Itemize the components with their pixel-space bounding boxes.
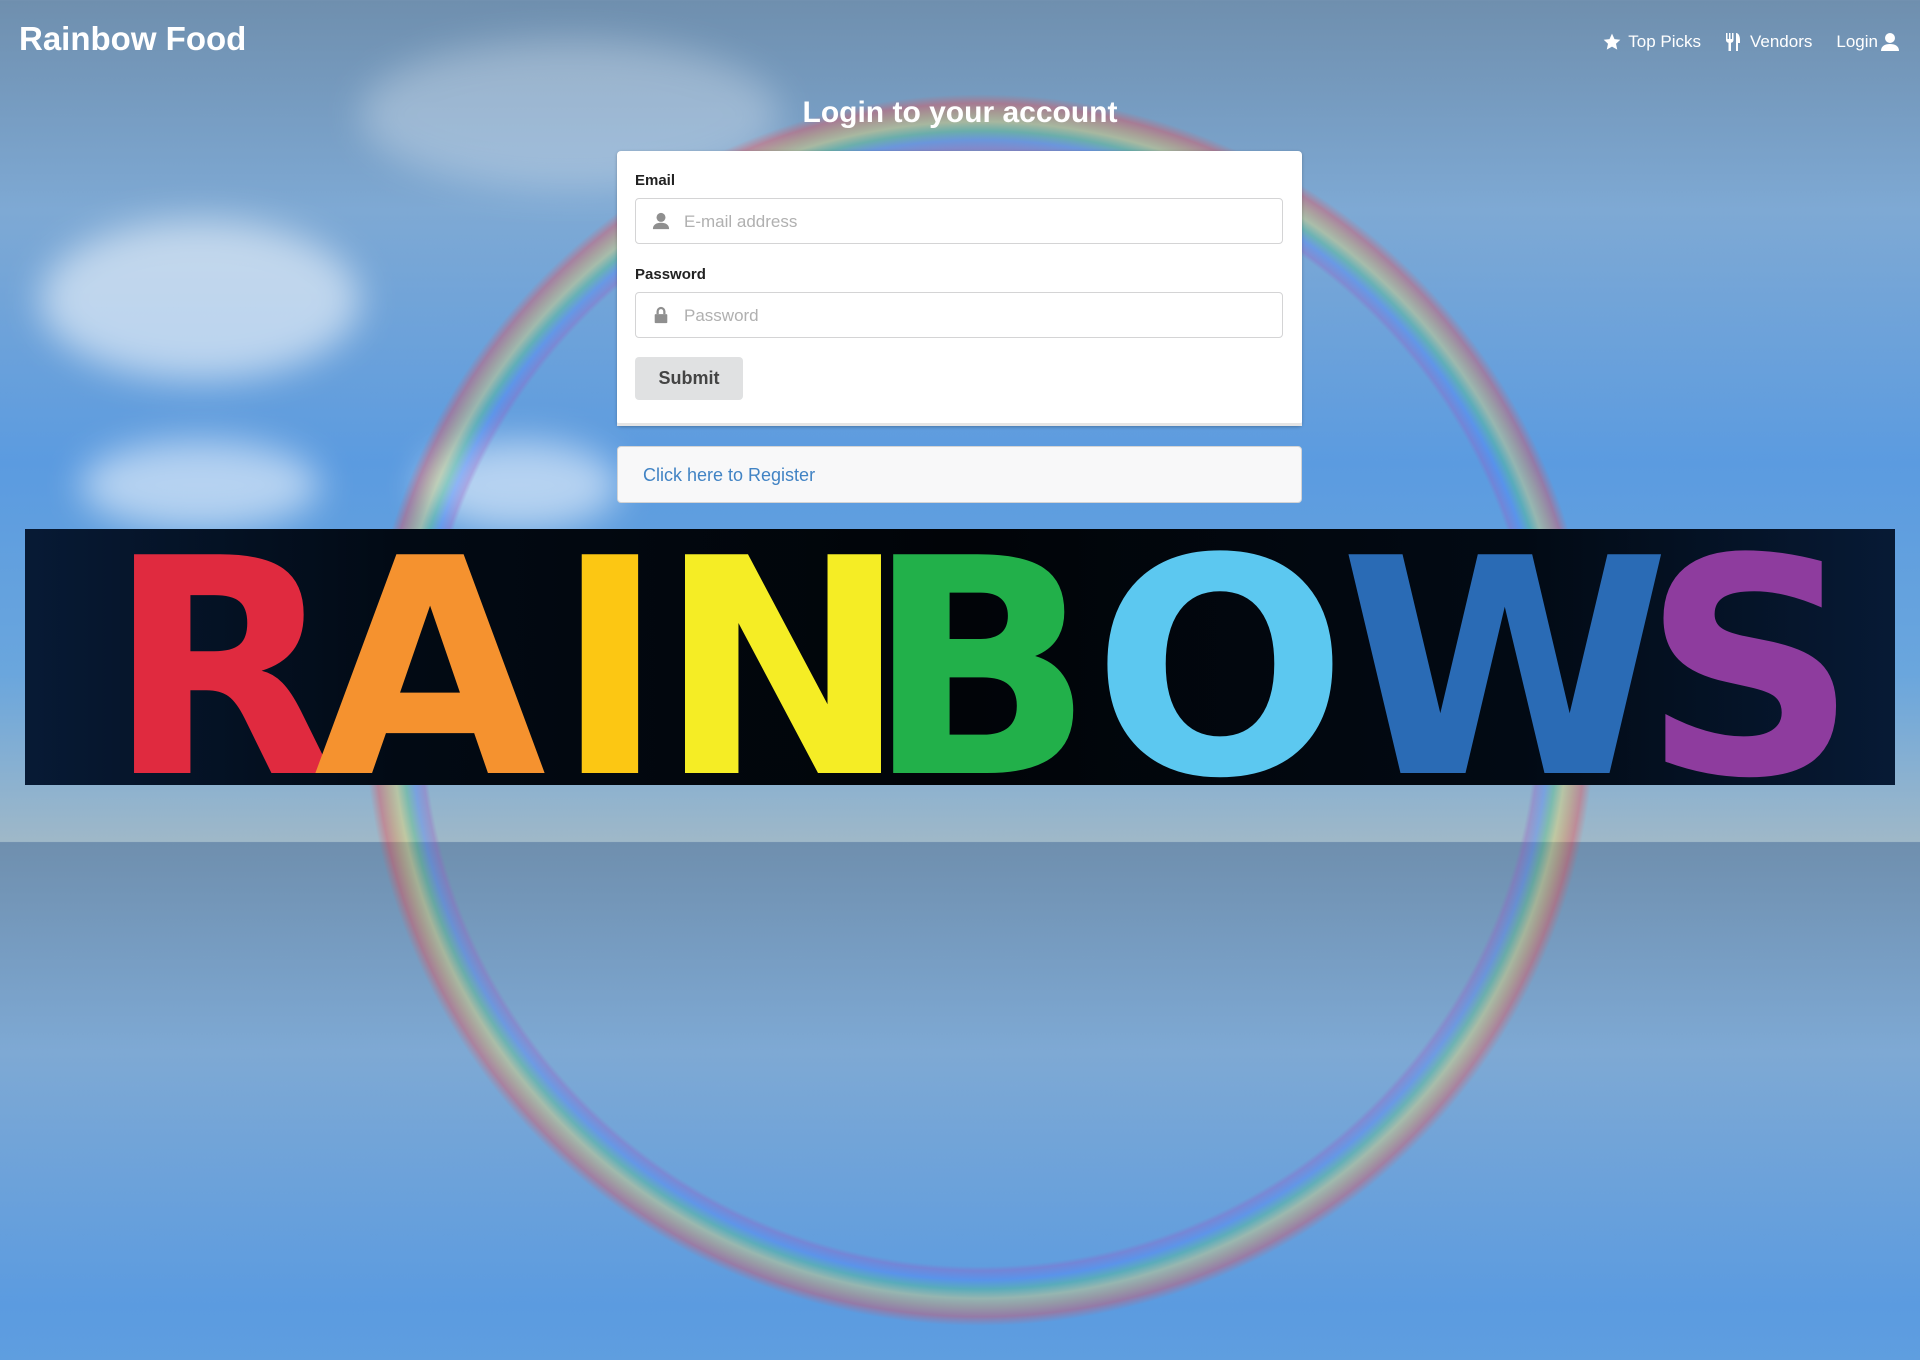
email-label: Email [635, 172, 676, 189]
banner-letter-a: A [314, 529, 548, 785]
utensils-icon [1726, 33, 1740, 51]
banner-letter-b: B [866, 529, 1095, 785]
password-field-wrapper [635, 292, 1283, 339]
lock-icon [654, 306, 668, 324]
register-message: Click here to Register [617, 446, 1302, 503]
nav-vendors-label: Vendors [1750, 32, 1813, 51]
password-input[interactable] [682, 293, 1276, 339]
submit-button[interactable]: Submit [635, 357, 743, 400]
background-cloud [40, 220, 360, 380]
login-form: Email Password Submit [617, 151, 1302, 426]
brand-logo[interactable]: Rainbow Food [19, 20, 246, 58]
star-icon [1603, 33, 1621, 50]
page-title: Login to your account [802, 96, 1118, 129]
nav-vendors[interactable]: Vendors [1725, 32, 1812, 52]
banner-letter-i: I [554, 529, 666, 785]
user-icon [1881, 33, 1899, 51]
user-icon [652, 212, 670, 230]
background-cloud [80, 440, 320, 530]
email-field-wrapper [635, 198, 1283, 245]
nav-login-label: Login [1836, 32, 1878, 51]
banner-letter-o: O [1092, 529, 1347, 785]
register-link[interactable]: Click here to Register [643, 465, 815, 486]
banner-letter-s: S [1642, 529, 1858, 785]
rainbows-banner: R A I N B O W S [25, 529, 1895, 785]
banner-letter-w: W [1340, 529, 1671, 785]
nav-top-picks-label: Top Picks [1628, 32, 1701, 51]
top-nav: Top Picks Vendors Login [1578, 32, 1900, 52]
banner-letter-r: R [106, 529, 337, 785]
password-label: Password [635, 266, 706, 283]
email-input[interactable] [682, 199, 1276, 245]
nav-login[interactable]: Login [1836, 32, 1900, 52]
form-divider [617, 423, 1302, 426]
rainbows-banner-graphic: R A I N B O W S [106, 529, 1858, 785]
nav-top-picks[interactable]: Top Picks [1602, 32, 1701, 52]
